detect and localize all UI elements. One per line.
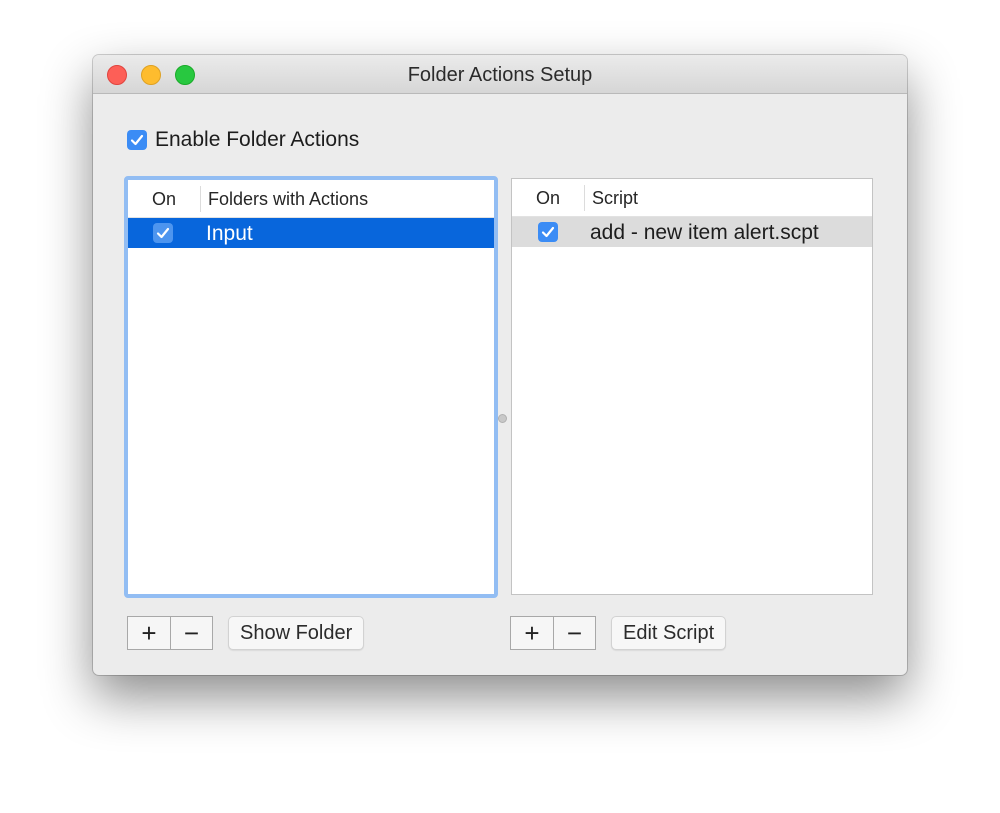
title-bar[interactable]: Folder Actions Setup <box>93 55 907 94</box>
split-view-divider-handle[interactable] <box>498 414 507 423</box>
script-name: add - new item alert.scpt <box>590 221 819 244</box>
table-row[interactable]: add - new item alert.scpt <box>512 217 872 247</box>
column-header-folders[interactable]: Folders with Actions <box>208 189 368 210</box>
script-on-checkbox[interactable] <box>538 222 558 247</box>
enable-folder-actions-label: Enable Folder Actions <box>155 128 360 151</box>
remove-folder-button[interactable]: − <box>170 617 212 649</box>
add-folder-button[interactable]: + <box>128 617 170 649</box>
window-title: Folder Actions Setup <box>407 64 593 86</box>
add-script-button[interactable]: + <box>511 617 553 649</box>
folders-table[interactable]: On Folders with Actions Input <box>124 176 498 598</box>
checkbox-checked-icon <box>538 222 558 242</box>
table-row[interactable]: Input <box>128 218 494 248</box>
enable-folder-actions-checkbox[interactable]: Enable Folder Actions <box>127 128 359 152</box>
plus-icon: + <box>141 617 157 648</box>
folder-actions-window: Folder Actions Setup Enable Folder Actio… <box>93 55 907 675</box>
column-header-on[interactable]: On <box>128 189 200 210</box>
column-header-on[interactable]: On <box>512 188 584 209</box>
edit-script-button[interactable]: Edit Script <box>611 616 727 650</box>
column-divider <box>584 185 585 211</box>
checkbox-checked-icon <box>153 223 173 243</box>
folders-table-header: On Folders with Actions <box>128 180 494 218</box>
remove-script-button[interactable]: − <box>553 617 595 649</box>
plus-icon: + <box>524 617 540 648</box>
scripts-table[interactable]: On Script add - new item alert.scpt <box>511 178 873 595</box>
minus-icon: − <box>183 617 200 648</box>
show-folder-button[interactable]: Show Folder <box>228 616 365 650</box>
folder-on-checkbox[interactable] <box>153 223 173 248</box>
checkbox-checked-icon[interactable] <box>127 130 147 150</box>
folder-name: Input <box>206 222 253 245</box>
column-divider <box>200 186 201 212</box>
column-header-script[interactable]: Script <box>592 188 638 209</box>
scripts-table-header: On Script <box>512 179 872 217</box>
minus-icon: − <box>566 617 583 648</box>
script-add-remove-control: + − <box>510 616 596 650</box>
folder-add-remove-control: + − <box>127 616 213 650</box>
